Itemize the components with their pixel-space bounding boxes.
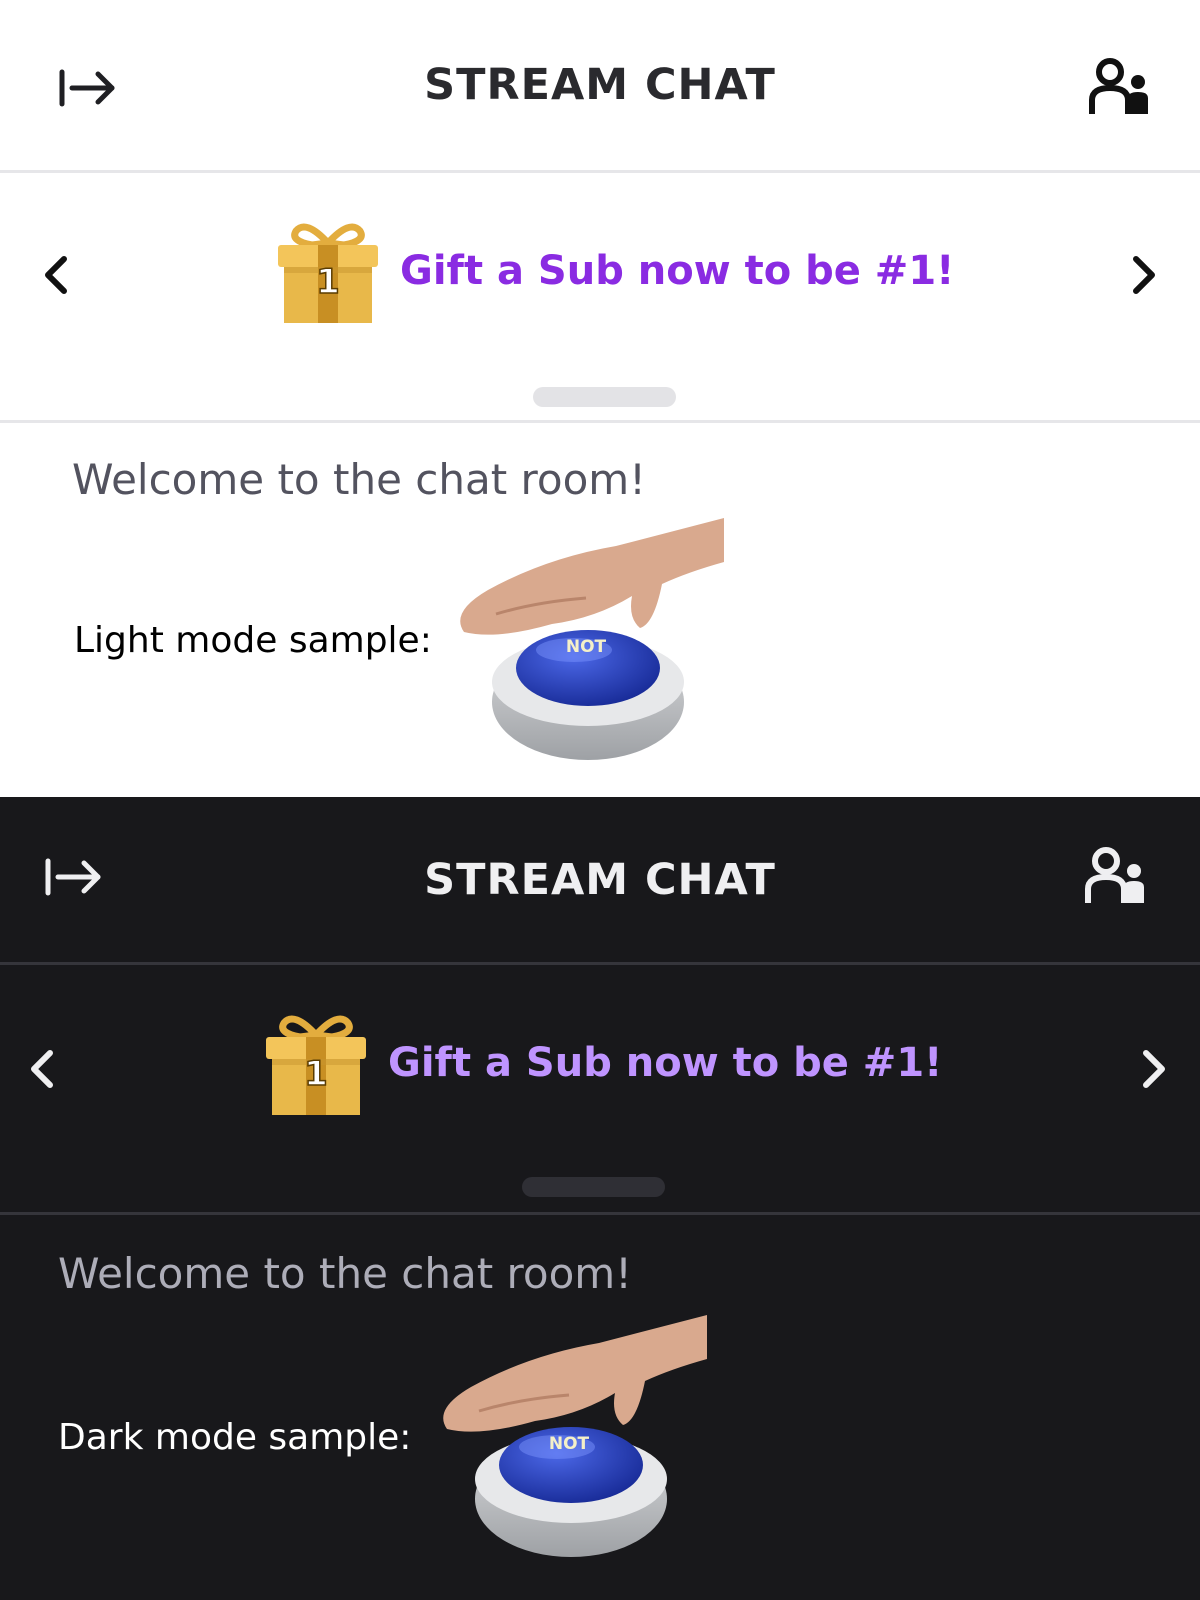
collapse-right-icon <box>59 69 115 107</box>
chat-header: STREAM CHAT <box>0 797 1200 965</box>
svg-text:NOT: NOT <box>549 1434 590 1454</box>
chevron-right-icon <box>1143 1050 1165 1088</box>
banner-drag-handle[interactable] <box>533 387 676 407</box>
chevron-right-icon <box>1133 256 1155 294</box>
community-button[interactable] <box>1076 837 1156 917</box>
promo-text: Gift a Sub now to be #1! <box>400 248 955 294</box>
collapse-chat-button[interactable] <box>34 837 114 917</box>
gift-icon: 1 <box>278 223 378 323</box>
dark-mode-panel: STREAM CHAT 1 Gift a Sub now to be #1! W… <box>0 797 1200 1600</box>
gift-sub-promo[interactable]: 1 Gift a Sub now to be #1! <box>276 217 954 325</box>
page-title: STREAM CHAT <box>424 854 776 905</box>
chevron-left-icon <box>31 1050 53 1088</box>
svg-text:NOT: NOT <box>566 637 607 657</box>
banner-next-button[interactable] <box>1114 235 1174 315</box>
banner-prev-button[interactable] <box>26 235 86 315</box>
chat-header: STREAM CHAT <box>0 0 1200 173</box>
page-title: STREAM CHAT <box>424 60 776 110</box>
promo-banner: 1 Gift a Sub now to be #1! <box>0 965 1200 1215</box>
promo-banner: 1 Gift a Sub now to be #1! <box>0 173 1200 423</box>
collapse-chat-button[interactable] <box>48 48 128 128</box>
collapse-right-icon <box>45 858 101 896</box>
chevron-left-icon <box>45 256 67 294</box>
welcome-message: Welcome to the chat room! <box>58 1249 633 1298</box>
gift-icon: 1 <box>266 1015 366 1115</box>
emote-sample-row: Dark mode sample: NOT <box>58 1315 709 1559</box>
sample-label: Dark mode sample: <box>58 1416 412 1458</box>
sample-label: Light mode sample: <box>74 619 432 661</box>
banner-drag-handle[interactable] <box>522 1177 665 1197</box>
button-press-emote: NOT <box>460 518 724 760</box>
banner-next-button[interactable] <box>1124 1029 1184 1109</box>
promo-text: Gift a Sub now to be #1! <box>388 1040 943 1086</box>
svg-text:1: 1 <box>304 1054 328 1094</box>
gift-sub-promo[interactable]: 1 Gift a Sub now to be #1! <box>264 1009 942 1117</box>
users-icon <box>1089 58 1148 114</box>
button-press-emote: NOT <box>443 1315 708 1557</box>
emote-sample-row: Light mode sample: NOT <box>74 518 726 762</box>
welcome-message: Welcome to the chat room! <box>72 455 647 504</box>
svg-text:1: 1 <box>316 262 340 302</box>
users-icon <box>1085 847 1144 903</box>
light-mode-panel: STREAM CHAT 1 Gift a Sub now to be #1! W… <box>0 0 1200 797</box>
community-button[interactable] <box>1080 48 1160 128</box>
banner-prev-button[interactable] <box>12 1029 72 1109</box>
